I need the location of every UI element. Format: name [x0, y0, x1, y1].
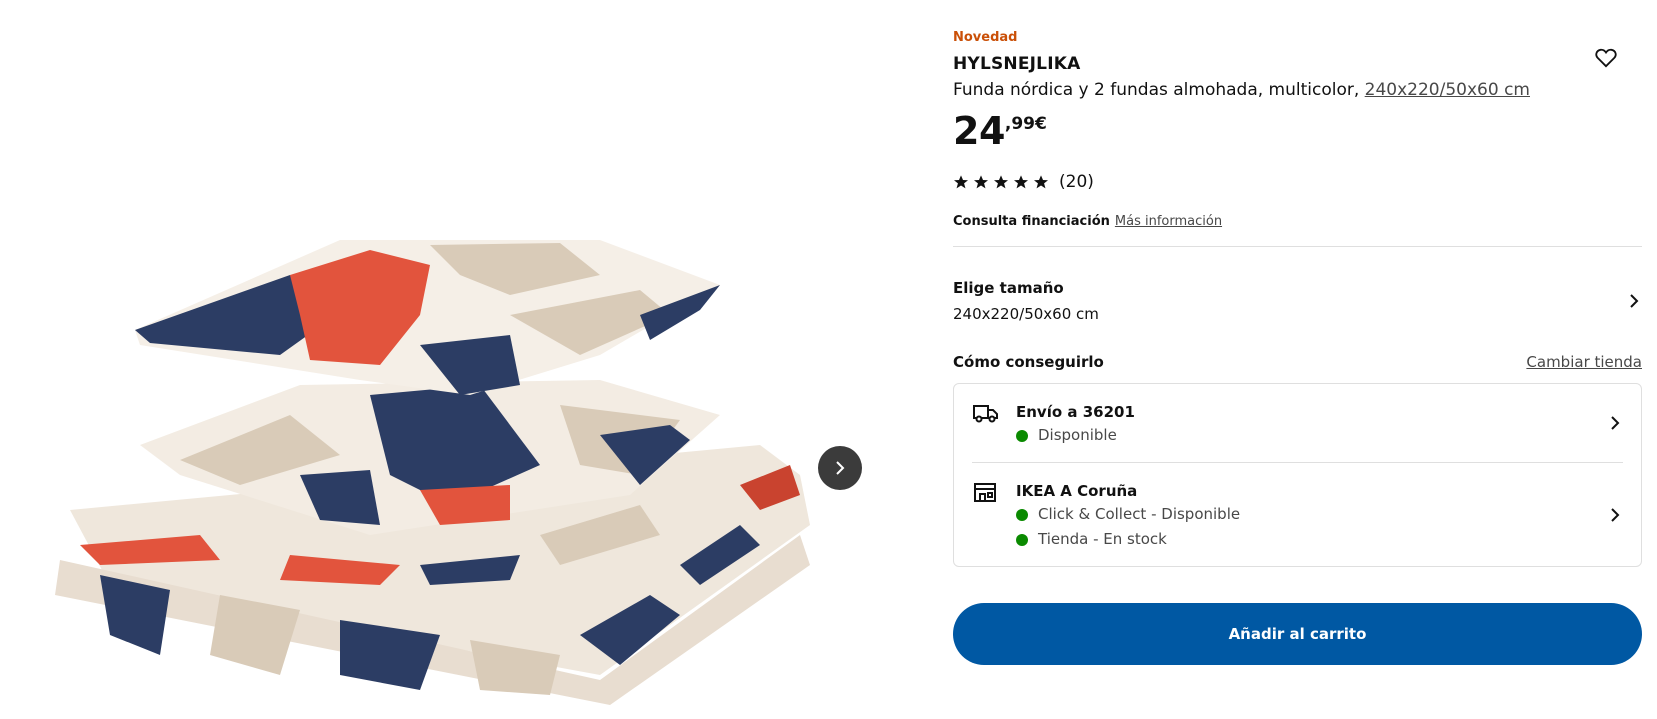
new-badge: Novedad [953, 30, 1018, 45]
product-description-text: Funda nórdica y 2 fundas almohada, multi… [953, 80, 1360, 100]
product-image [55, 240, 810, 705]
favourite-button[interactable] [1586, 38, 1626, 78]
delivery-option[interactable]: Envío a 36201 Disponible [972, 384, 1623, 462]
product-price: 24 ,99€ [953, 108, 1642, 154]
price-decimal: ,99€ [1004, 114, 1047, 134]
store-status-stock-text: Tienda - En stock [1038, 530, 1167, 548]
rating[interactable]: (20) [953, 170, 1642, 194]
truck-icon [973, 405, 998, 423]
star-icon [994, 175, 1008, 189]
add-to-cart-button[interactable]: Añadir al carrito [953, 603, 1642, 665]
chevron-right-icon [1630, 294, 1639, 308]
available-dot [1016, 429, 1028, 442]
availability-box: Envío a 36201 Disponible IKEA A Coruña C… [953, 383, 1642, 567]
delivery-status-text: Disponible [1038, 426, 1117, 444]
delivery-status: Disponible [1016, 423, 1623, 448]
financing-label: Consulta financiación [953, 214, 1110, 229]
delivery-title: Envío a 36201 [1016, 403, 1135, 421]
rating-stars [953, 174, 1049, 190]
change-store-link[interactable]: Cambiar tienda [1526, 353, 1642, 371]
store-icon [974, 483, 996, 502]
store-title: IKEA A Coruña [1016, 482, 1138, 500]
product-description: Funda nórdica y 2 fundas almohada, multi… [953, 80, 1642, 100]
available-dot [1016, 533, 1028, 546]
chevron-right-icon [1611, 416, 1620, 430]
chevron-right-icon [836, 461, 845, 475]
price-integer: 24 [953, 109, 1005, 153]
chevron-right-icon [1611, 507, 1620, 522]
product-info-panel: Novedad HYLSNEJLIKA Funda nórdica y 2 fu… [953, 28, 1642, 665]
store-status-collect-text: Click & Collect - Disponible [1038, 505, 1241, 523]
store-option[interactable]: IKEA A Coruña Click & Collect - Disponib… [972, 462, 1623, 566]
product-name: HYLSNEJLIKA [953, 54, 1081, 74]
heart-icon [1595, 48, 1617, 68]
size-selector[interactable]: Elige tamaño 240x220/50x60 cm [953, 247, 1642, 331]
store-status-stock: Tienda - En stock [1016, 527, 1623, 552]
gallery-next-button[interactable] [818, 446, 862, 490]
store-status-collect: Click & Collect - Disponible [1016, 502, 1623, 527]
star-icon [1034, 175, 1048, 189]
financing: Consulta financiación Más información [953, 214, 1642, 229]
product-gallery [0, 0, 900, 719]
fulfillment-title: Cómo conseguirlo [953, 353, 1104, 371]
star-icon [1014, 175, 1028, 189]
size-link[interactable]: 240x220/50x60 cm [1365, 80, 1530, 100]
size-selector-title: Elige tamaño [953, 279, 1064, 297]
size-selector-value: 240x220/50x60 cm [953, 305, 1099, 323]
available-dot [1016, 508, 1028, 521]
star-icon [974, 175, 988, 189]
fulfillment-header: Cómo conseguirlo Cambiar tienda [953, 353, 1642, 371]
rating-count: (20) [1059, 172, 1094, 192]
financing-link[interactable]: Más información [1115, 214, 1222, 229]
star-icon [954, 175, 968, 189]
